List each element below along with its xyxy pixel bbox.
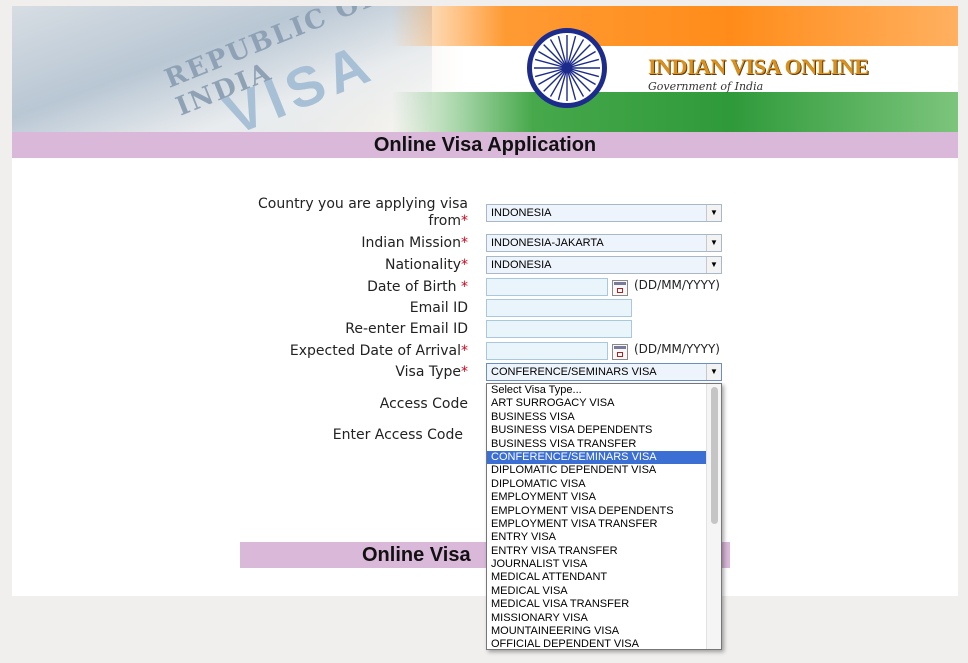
required-mark: * <box>461 279 468 295</box>
mission-label: Indian Mission* <box>361 235 468 251</box>
dropdown-option[interactable]: MISSIONARY VISA <box>487 612 721 625</box>
dropdown-option[interactable]: EMPLOYMENT VISA <box>487 491 721 504</box>
email-label: Email ID <box>409 300 468 316</box>
dob-label: Date of Birth * <box>367 279 468 295</box>
dropdown-option[interactable]: BUSINESS VISA <box>487 411 721 424</box>
chevron-down-icon: ▼ <box>706 364 721 380</box>
dropdown-option[interactable]: ART SURROGACY VISA <box>487 397 721 410</box>
flag-green-band <box>392 92 958 132</box>
mission-select[interactable]: INDONESIA-JAKARTA ▼ <box>486 234 722 252</box>
email-input[interactable] <box>486 299 632 317</box>
scrollbar-thumb[interactable] <box>711 387 718 524</box>
dropdown-option[interactable]: CONFERENCE/SEMINARS VISA <box>487 450 721 465</box>
dropdown-option[interactable]: JOURNALIST VISA <box>487 558 721 571</box>
access-code-label: Access Code <box>379 396 468 412</box>
dropdown-option[interactable]: MEDICAL ATTENDANT <box>487 571 721 584</box>
arrival-label: Expected Date of Arrival* <box>289 343 468 359</box>
section-title: Online Visa <box>362 544 471 566</box>
site-logo[interactable]: INDIAN VISA ONLINE Government of India <box>648 54 869 93</box>
dropdown-option[interactable]: Select Visa Type... <box>487 384 721 397</box>
dropdown-option[interactable]: DIPLOMATIC DEPENDENT VISA <box>487 464 721 477</box>
calendar-icon[interactable] <box>612 280 628 296</box>
visa-type-dropdown-list[interactable]: Select Visa Type... ART SURROGACY VISA BUS… <box>486 383 722 650</box>
reemail-label: Re-enter Email ID <box>345 321 468 337</box>
arrival-date-input[interactable] <box>486 342 608 360</box>
ashoka-chakra-icon <box>527 28 607 108</box>
dob-input[interactable] <box>486 278 608 296</box>
required-mark: * <box>461 343 468 359</box>
dropdown-scrollbar[interactable] <box>706 384 721 649</box>
dropdown-option[interactable]: MEDICAL VISA <box>487 585 721 598</box>
dropdown-option[interactable]: BUSINESS VISA TRANSFER <box>487 438 721 451</box>
required-mark: * <box>461 213 468 229</box>
dropdown-option[interactable]: MOUNTAINEERING VISA <box>487 625 721 638</box>
visatype-label: Visa Type* <box>395 364 468 380</box>
page-container: REPUBLIC OF INDIA VISA INDIAN VISA ONLIN… <box>12 6 958 596</box>
country-label: Country you are applying visa from* <box>257 196 468 229</box>
visa-document-image: REPUBLIC OF INDIA VISA <box>12 6 432 132</box>
page-title: Online Visa Application <box>12 132 958 158</box>
dropdown-option[interactable]: ENTRY VISA TRANSFER <box>487 545 721 558</box>
dropdown-option[interactable]: DIPLOMATIC VISA <box>487 478 721 491</box>
country-select[interactable]: INDONESIA ▼ <box>486 204 722 222</box>
dob-format-hint: (DD/MM/YYYY) <box>634 278 720 292</box>
nationality-label: Nationality* <box>384 257 468 273</box>
dropdown-option[interactable]: MEDICAL VISA TRANSFER <box>487 598 721 611</box>
required-mark: * <box>461 257 468 273</box>
dropdown-option[interactable]: OFFICIAL DEPENDENT VISA <box>487 638 721 649</box>
enter-access-code-label: Enter Access Code <box>332 427 463 443</box>
required-mark: * <box>461 235 468 251</box>
dropdown-option[interactable]: EMPLOYMENT VISA DEPENDENTS <box>487 505 721 518</box>
required-mark: * <box>461 364 468 380</box>
calendar-icon[interactable] <box>612 344 628 360</box>
header-banner: REPUBLIC OF INDIA VISA INDIAN VISA ONLIN… <box>12 6 958 132</box>
chevron-down-icon: ▼ <box>706 257 721 273</box>
dropdown-option[interactable]: BUSINESS VISA DEPENDENTS <box>487 424 721 437</box>
dropdown-option[interactable]: ENTRY VISA <box>487 531 721 544</box>
chevron-down-icon: ▼ <box>706 205 721 221</box>
logo-subtitle: Government of India <box>648 80 764 93</box>
logo-title: INDIAN VISA ONLINE <box>648 54 869 79</box>
visatype-select[interactable]: CONFERENCE/SEMINARS VISA ▼ <box>486 363 722 381</box>
reemail-input[interactable] <box>486 320 632 338</box>
dropdown-option[interactable]: EMPLOYMENT VISA TRANSFER <box>487 518 721 531</box>
chevron-down-icon: ▼ <box>706 235 721 251</box>
flag-saffron-band <box>392 6 958 46</box>
arrival-format-hint: (DD/MM/YYYY) <box>634 342 720 356</box>
nationality-select[interactable]: INDONESIA ▼ <box>486 256 722 274</box>
